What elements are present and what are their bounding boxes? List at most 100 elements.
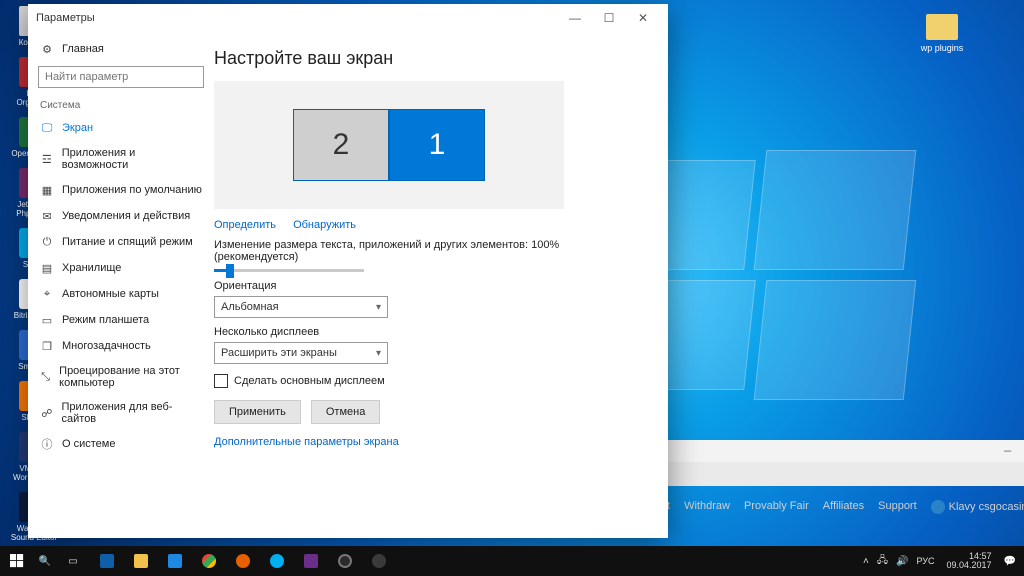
maximize-icon[interactable]: ☐ [592,11,626,25]
chevron-down-icon: ▾ [376,348,381,359]
tray-network-icon[interactable]: 🖧 [877,553,888,570]
bell-icon: ✉ [40,209,54,223]
sidebar-item-label: Приложения по умолчанию [62,184,202,196]
grid-icon: ▦ [40,183,54,197]
sidebar-item-label: О системе [62,438,115,450]
make-main-label: Сделать основным дисплеем [234,375,385,387]
taskbar-app-firefox[interactable] [226,546,260,576]
detect-link[interactable]: Обнаружить [293,219,356,231]
sidebar-item-projecting[interactable]: ⤡ Проецирование на этот компьютер [28,359,214,395]
sidebar-item-display[interactable]: 🖵 Экран [28,115,214,141]
scale-label: Изменение размера текста, приложений и д… [214,239,646,263]
taskbar-app-explorer[interactable] [124,546,158,576]
taskbar-app-store[interactable] [158,546,192,576]
settings-window: Параметры — ☐ ✕ ⚙ Главная Система 🖵 Экра… [28,4,668,538]
desktop: Корзина Reg Organizer Open Server JetBra… [0,0,1024,576]
tray-clock[interactable]: 14:57 09.04.2017 [943,552,996,571]
sidebar-item-tablet-mode[interactable]: ▭ Режим планшета [28,307,214,333]
sidebar-item-label: Многозадачность [62,340,151,352]
multiple-displays-label: Несколько дисплеев [214,326,646,338]
sidebar-item-label: Режим планшета [62,314,149,326]
sidebar-item-default-apps[interactable]: ▦ Приложения по умолчанию [28,177,214,203]
task-view-icon[interactable]: ▭ [56,546,90,576]
multitask-icon: ❐ [40,339,54,353]
sidebar-item-storage[interactable]: ▤ Хранилище [28,255,214,281]
orientation-label: Ориентация [214,280,646,292]
sidebar-item-label: Уведомления и действия [62,210,190,222]
close-icon[interactable]: ✕ [626,11,660,25]
taskbar-app-obs[interactable] [328,546,362,576]
tray-chevron-up-icon[interactable]: ˄ [863,556,869,567]
sidebar-item-label: Питание и спящий режим [62,236,193,248]
page-title: Настройте ваш экран [214,48,646,69]
taskbar-app-skype[interactable] [260,546,294,576]
make-main-display-checkbox[interactable]: Сделать основным дисплеем [214,374,646,388]
monitor-2[interactable]: 2 [293,109,389,181]
map-icon: ⌖ [40,287,54,301]
tray-action-center-icon[interactable]: 💬 [1004,556,1016,567]
slider-thumb[interactable] [226,264,234,278]
sidebar-item-web-apps[interactable]: ☍ Приложения для веб-сайтов [28,395,214,431]
taskbar-app-settings[interactable] [362,546,396,576]
sidebar-item-about[interactable]: ⓘ О системе [28,431,214,457]
taskbar-app-phpstorm[interactable] [294,546,328,576]
nav-support[interactable]: Support [878,500,917,514]
sidebar-item-label: Хранилище [62,262,121,274]
window-title: Параметры [36,12,558,24]
start-button[interactable] [0,546,34,576]
orientation-value: Альбомная [221,301,279,313]
minimize-icon[interactable]: — [558,11,592,25]
settings-search[interactable] [38,66,204,88]
taskbar-app-edge[interactable] [90,546,124,576]
monitor-1[interactable]: 1 [389,109,485,181]
tablet-icon: ▭ [40,313,54,327]
orientation-select[interactable]: Альбомная ▾ [214,296,388,318]
sidebar-item-apps[interactable]: ☲ Приложения и возможности [28,141,214,177]
sidebar-home[interactable]: ⚙ Главная [28,36,214,62]
sidebar-item-label: Приложения и возможности [62,147,202,171]
settings-content: Настройте ваш экран 2 1 Определить Обнар… [214,32,668,538]
power-icon: ⏻ [40,235,54,249]
search-icon[interactable]: 🔍 [34,546,56,576]
tray-date: 09.04.2017 [947,561,992,570]
advanced-display-link[interactable]: Дополнительные параметры экрана [214,436,399,448]
sidebar-item-notifications[interactable]: ✉ Уведомления и действия [28,203,214,229]
identify-link[interactable]: Определить [214,219,276,231]
sidebar-section-system: Система [28,90,214,115]
taskbar-app-chrome[interactable] [192,546,226,576]
nav-affiliates[interactable]: Affiliates [823,500,864,514]
desktop-icon-wp-plugins[interactable]: wp plugins [914,14,970,53]
nav-withdraw[interactable]: Withdraw [684,500,730,514]
taskbar: 🔍 ▭ ˄ 🖧 🔊 РУС 14:57 09.04.2017 💬 [0,546,1024,576]
cancel-button[interactable]: Отмена [311,400,380,424]
list-icon: ☲ [40,152,54,166]
sidebar-item-label: Автономные карты [62,288,159,300]
multiple-displays-select[interactable]: Расширить эти экраны ▾ [214,342,388,364]
multiple-displays-value: Расширить эти экраны [221,347,337,359]
drive-icon: ▤ [40,261,54,275]
sidebar-item-multitasking[interactable]: ❐ Многозадачность [28,333,214,359]
system-tray: ˄ 🖧 🔊 РУС 14:57 09.04.2017 💬 [863,552,1024,571]
apply-button[interactable]: Применить [214,400,301,424]
display-arrangement[interactable]: 2 1 [214,81,564,209]
sidebar-item-label: Экран [62,122,93,134]
sidebar-item-label: Приложения для веб-сайтов [62,401,202,425]
chevron-down-icon: ▾ [376,302,381,313]
sidebar-item-power[interactable]: ⏻ Питание и спящий режим [28,229,214,255]
sidebar-item-offline-maps[interactable]: ⌖ Автономные карты [28,281,214,307]
webapps-icon: ☍ [40,406,54,420]
gear-icon: ⚙ [40,42,54,56]
sidebar-item-label: Проецирование на этот компьютер [59,365,202,389]
nav-user[interactable]: Klavy csgocasino.net [931,500,1024,514]
settings-sidebar: ⚙ Главная Система 🖵 Экран ☲ Приложения и… [28,32,214,538]
info-icon: ⓘ [40,437,54,451]
monitor-icon: 🖵 [40,121,54,135]
sidebar-home-label: Главная [62,43,104,55]
nav-provably[interactable]: Provably Fair [744,500,809,514]
tray-volume-icon[interactable]: 🔊 [896,556,908,567]
checkbox-icon[interactable] [214,374,228,388]
scale-slider[interactable] [214,269,364,272]
search-input[interactable] [38,66,204,88]
minimize-icon[interactable]: — [1004,444,1011,458]
tray-language[interactable]: РУС [916,556,934,566]
